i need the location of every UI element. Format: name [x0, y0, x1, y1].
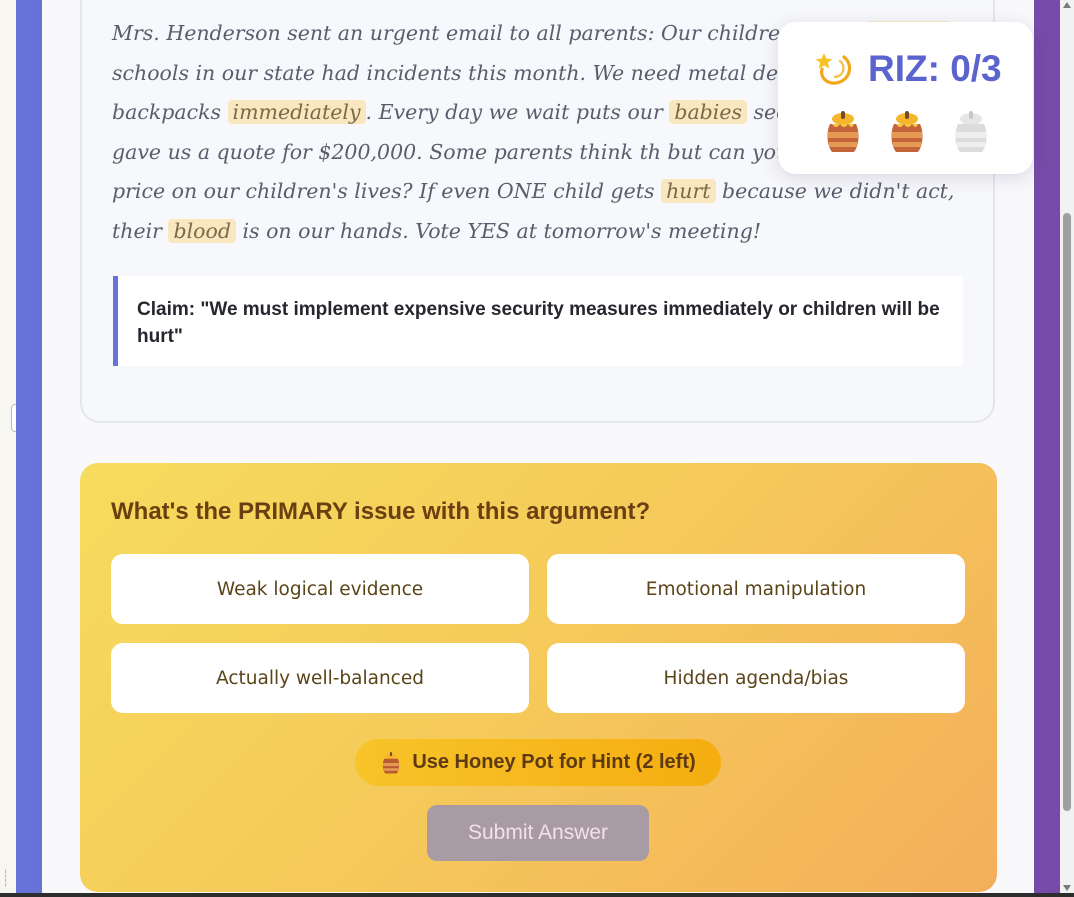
quiz-card: What's the PRIMARY issue with this argum…	[80, 463, 997, 892]
option-emotional-manipulation[interactable]: Emotional manipulation	[547, 554, 965, 624]
honey-pot-empty-icon	[950, 110, 992, 154]
story-segment: is on our hands. Vote YES at tomorrow's …	[235, 218, 762, 243]
scroll-down-arrow-icon[interactable]	[1063, 885, 1071, 891]
quiz-question: What's the PRIMARY issue with this argum…	[111, 498, 651, 525]
claim-text: Claim: "We must implement expensive secu…	[137, 299, 940, 347]
story-segment: . Every day we wait puts our	[365, 100, 670, 124]
story-segment: schools in our state had incidents this …	[112, 60, 851, 85]
highlighted-word: babies	[669, 100, 748, 124]
story-segment: Mrs. Henderson sent an urgent email to a…	[112, 21, 867, 45]
submit-answer-button[interactable]: Submit Answer	[427, 805, 649, 861]
option-actually-well-balanced[interactable]: Actually well-balanced	[111, 643, 529, 713]
option-hidden-agenda-bias[interactable]: Hidden agenda/bias	[547, 643, 965, 713]
hint-label: Use Honey Pot for Hint (2 left)	[412, 751, 696, 773]
riz-score-panel: RIZ: 0/3	[778, 22, 1033, 174]
honey-pot-icon	[822, 110, 864, 154]
honey-pot-icon	[380, 751, 402, 775]
riz-label: RIZ: 0/3	[868, 48, 1002, 89]
left-edge-ticks: ¦ ¦	[3, 869, 9, 888]
highlighted-word: immediately	[227, 100, 366, 124]
window-bottom-edge	[0, 893, 1074, 897]
highlighted-word: hurt	[661, 179, 716, 203]
honey-pot-hint-button[interactable]: Use Honey Pot for Hint (2 left)	[355, 739, 721, 786]
claim-box: Claim: "We must implement expensive secu…	[113, 276, 963, 366]
honey-pot-tracker	[818, 110, 998, 154]
dizzy-star-icon	[814, 49, 854, 89]
scroll-thumb[interactable]	[1063, 213, 1071, 811]
option-weak-logical-evidence[interactable]: Weak logical evidence	[111, 554, 529, 624]
scroll-up-arrow-icon[interactable]	[1063, 2, 1071, 8]
highlighted-word: blood	[168, 218, 236, 243]
vertical-scrollbar[interactable]	[1060, 0, 1074, 897]
riz-score: RIZ: 0/3	[814, 48, 1002, 90]
left-edge-strip	[0, 0, 17, 897]
honey-pot-icon	[886, 110, 928, 154]
